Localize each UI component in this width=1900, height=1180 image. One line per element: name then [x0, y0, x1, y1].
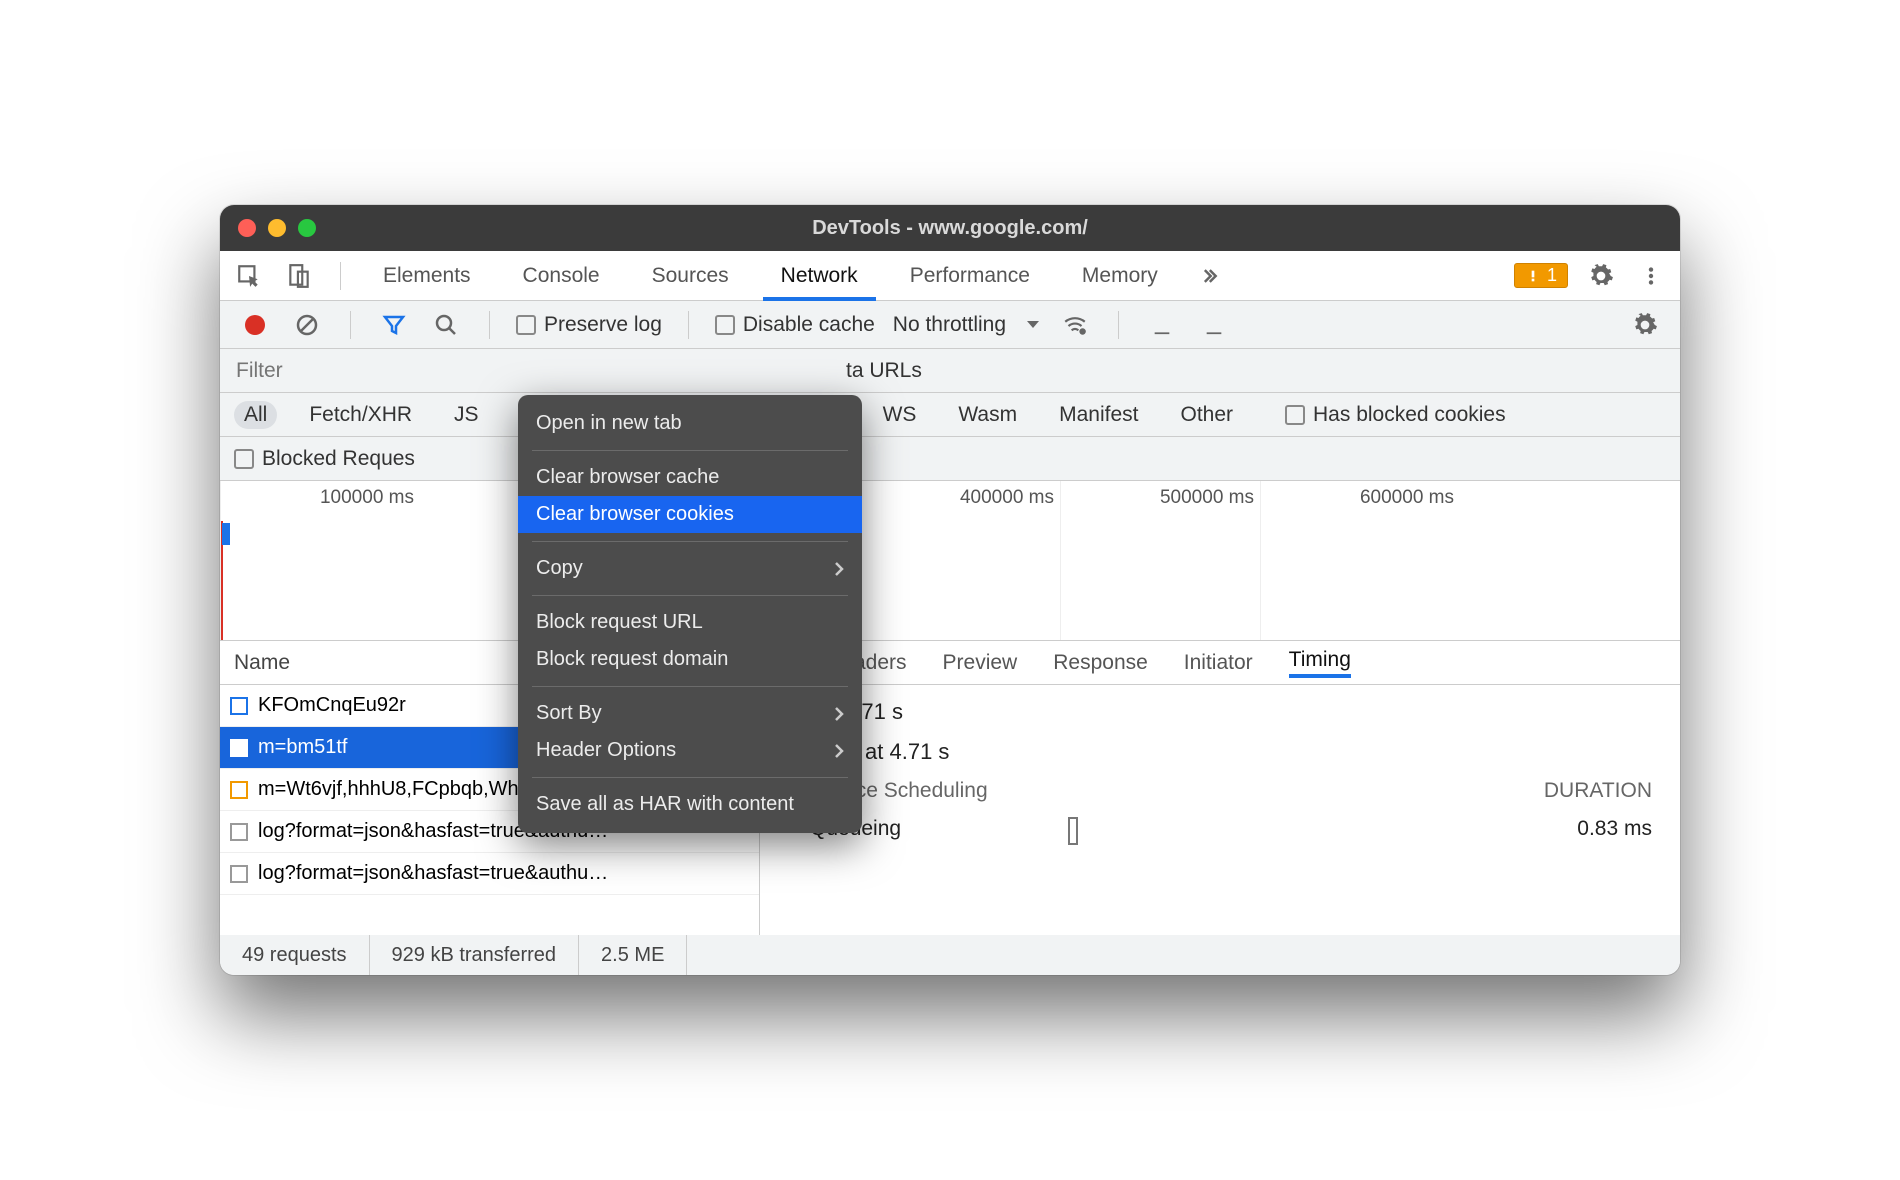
disable-cache-label: Disable cache — [743, 313, 875, 337]
disable-cache-checkbox[interactable]: Disable cache — [715, 313, 875, 337]
menu-clear-cache[interactable]: Clear browser cache — [518, 459, 862, 496]
device-mode-icon[interactable] — [282, 259, 316, 293]
export-har-icon[interactable] — [1197, 308, 1231, 342]
tab-performance[interactable]: Performance — [892, 251, 1048, 301]
request-name: KFOmCnqEu92r — [258, 694, 406, 717]
warning-count: 1 — [1547, 265, 1557, 286]
kebab-icon[interactable] — [1634, 259, 1668, 293]
type-wasm[interactable]: Wasm — [948, 401, 1027, 429]
script-icon — [230, 739, 248, 757]
timing-panel: ed at 4.71 s Started at 4.71 s Resource … — [760, 685, 1680, 935]
request-detail-split: Name aders Preview Response Initiator Ti… — [220, 641, 1680, 935]
request-name: m=bm51tf — [258, 736, 347, 759]
filter-input[interactable] — [236, 359, 316, 383]
tab-network[interactable]: Network — [763, 251, 876, 301]
menu-block-url[interactable]: Block request URL — [518, 604, 862, 641]
menu-clear-cookies[interactable]: Clear browser cookies — [518, 496, 862, 533]
preserve-log-checkbox[interactable]: Preserve log — [516, 313, 662, 337]
type-ws[interactable]: WS — [873, 401, 927, 429]
duration-label: DURATION — [1544, 779, 1652, 803]
more-tabs-icon[interactable] — [1192, 259, 1226, 293]
network-settings-icon[interactable] — [1628, 308, 1662, 342]
status-bar: 49 requests 929 kB transferred 2.5 ME — [220, 935, 1680, 975]
detail-tab-preview[interactable]: Preview — [943, 651, 1018, 675]
document-icon — [230, 823, 248, 841]
detail-tab-timing[interactable]: Timing — [1289, 648, 1351, 678]
waterfall-tick: 600000 ms — [1260, 481, 1460, 640]
filter-bar: ta URLs — [220, 349, 1680, 393]
has-blocked-cookies-checkbox[interactable]: Has blocked cookies — [1285, 403, 1506, 427]
type-manifest[interactable]: Manifest — [1049, 401, 1148, 429]
script-icon — [230, 697, 248, 715]
request-name: m=Wt6vjf,hhhU8,FCpbqb,WhJNk — [258, 778, 553, 801]
started-at-text: Started at 4.71 s — [788, 739, 1652, 765]
tab-elements[interactable]: Elements — [365, 251, 489, 301]
record-button[interactable] — [238, 308, 272, 342]
detail-tab-response[interactable]: Response — [1053, 651, 1148, 675]
status-transferred: 929 kB transferred — [370, 935, 580, 975]
menu-block-domain[interactable]: Block request domain — [518, 641, 862, 678]
network-toolbar: Preserve log Disable cache No throttling — [220, 301, 1680, 349]
queueing-bar — [1068, 817, 1078, 845]
data-urls-label: ta URLs — [846, 359, 922, 383]
type-all[interactable]: All — [234, 401, 277, 429]
status-resources: 2.5 ME — [579, 935, 687, 975]
filter-icon[interactable] — [377, 308, 411, 342]
request-name: log?format=json&hasfast=true&authu… — [258, 862, 608, 885]
type-filter-bar: All Fetch/XHR JS WS Wasm Manifest Other … — [220, 393, 1680, 437]
script-icon — [230, 781, 248, 799]
type-other[interactable]: Other — [1170, 401, 1243, 429]
has-blocked-cookies-label: Has blocked cookies — [1313, 403, 1506, 427]
blocked-requests-label: Blocked Reques — [262, 447, 415, 471]
request-row[interactable]: log?format=json&hasfast=true&authu… — [220, 853, 759, 895]
queued-at-text: ed at 4.71 s — [788, 699, 1652, 725]
status-requests: 49 requests — [220, 935, 370, 975]
throttling-select[interactable]: No throttling — [893, 313, 1040, 337]
window-zoom-button[interactable] — [298, 219, 316, 237]
inspect-icon[interactable] — [232, 259, 266, 293]
menu-open-new-tab[interactable]: Open in new tab — [518, 405, 862, 442]
blocked-requests-row: Blocked Reques — [220, 437, 1680, 481]
detail-tabbar: aders Preview Response Initiator Timing — [760, 641, 1680, 684]
devtools-tabbar: Elements Console Sources Network Perform… — [220, 251, 1680, 301]
warnings-badge[interactable]: 1 — [1514, 263, 1568, 288]
type-js[interactable]: JS — [444, 401, 489, 429]
tab-sources[interactable]: Sources — [634, 251, 747, 301]
tab-memory[interactable]: Memory — [1064, 251, 1176, 301]
type-fetch-xhr[interactable]: Fetch/XHR — [299, 401, 422, 429]
titlebar: DevTools - www.google.com/ — [220, 205, 1680, 251]
document-icon — [230, 865, 248, 883]
context-menu: Open in new tab Clear browser cache Clea… — [518, 395, 862, 833]
network-conditions-icon[interactable] — [1058, 308, 1092, 342]
search-icon[interactable] — [429, 308, 463, 342]
window-close-button[interactable] — [238, 219, 256, 237]
waterfall-overview[interactable]: 100000 ms 400000 ms 500000 ms 600000 ms — [220, 481, 1680, 641]
settings-icon[interactable] — [1584, 259, 1618, 293]
devtools-window: DevTools - www.google.com/ Elements Cons… — [220, 205, 1680, 975]
window-title: DevTools - www.google.com/ — [220, 217, 1680, 240]
queueing-value: 0.83 ms — [1577, 817, 1652, 845]
tab-console[interactable]: Console — [505, 251, 618, 301]
waterfall-tick: 500000 ms — [1060, 481, 1260, 640]
window-minimize-button[interactable] — [268, 219, 286, 237]
detail-tab-initiator[interactable]: Initiator — [1184, 651, 1253, 675]
blocked-requests-checkbox[interactable]: Blocked Reques — [234, 447, 415, 471]
waterfall-tick: 400000 ms — [860, 481, 1060, 640]
import-har-icon[interactable] — [1145, 308, 1179, 342]
menu-sort-by[interactable]: Sort By — [518, 695, 862, 732]
menu-header-options[interactable]: Header Options — [518, 732, 862, 769]
waterfall-tick: 100000 ms — [220, 481, 420, 640]
menu-copy[interactable]: Copy — [518, 550, 862, 587]
menu-save-har[interactable]: Save all as HAR with content — [518, 786, 862, 823]
clear-icon[interactable] — [290, 308, 324, 342]
preserve-log-label: Preserve log — [544, 313, 662, 337]
